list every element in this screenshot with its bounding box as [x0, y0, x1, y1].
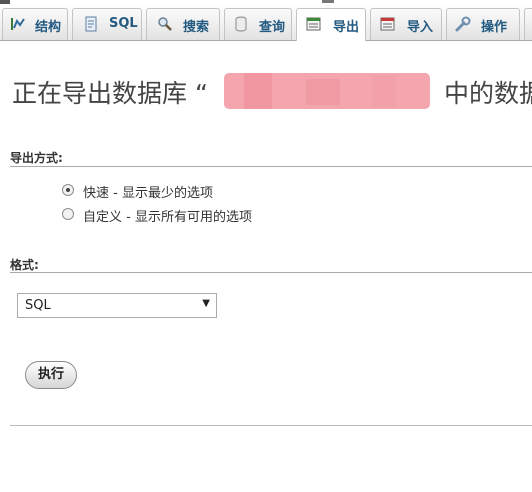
tab-structure[interactable]: 结构 [2, 8, 68, 40]
tab-operations[interactable]: 操作 [446, 8, 520, 40]
export-method-title: 导出方式: [10, 151, 63, 165]
tab-search[interactable]: 搜索 [146, 8, 220, 40]
tab-sql[interactable]: SQL [72, 8, 142, 40]
bottom-divider [10, 425, 532, 426]
tab-label: SQL [109, 16, 138, 31]
radio-quick-label: 快速 - 显示最少的选项 [83, 186, 213, 201]
wrench-icon [455, 16, 471, 32]
query-icon [235, 16, 247, 32]
tab-label: 操作 [481, 20, 508, 35]
structure-icon [11, 18, 25, 30]
tab-label: 搜索 [183, 20, 210, 35]
tab-label: 导入 [407, 20, 434, 35]
radio-custom-label: 自定义 - 显示所有可用的选项 [83, 210, 252, 225]
radio-custom[interactable] [62, 208, 74, 220]
tab-label: 查询 [259, 20, 286, 35]
go-button[interactable]: 执行 [25, 361, 77, 389]
sql-icon [85, 16, 97, 32]
tab-label: 导出 [333, 20, 360, 35]
section-divider [10, 272, 532, 273]
tab-export[interactable]: 导出 [296, 8, 366, 41]
page-title: 正在导出数据库 “ [12, 74, 208, 110]
format-select[interactable]: SQL ▼ [17, 293, 217, 318]
tab-import[interactable]: 导入 [370, 8, 442, 40]
tab-bar: 结构 SQL 搜索 查询 导出 导入 操作 [0, 4, 532, 41]
top-strip-mark [322, 0, 334, 3]
export-icon [306, 17, 321, 31]
search-icon [158, 17, 172, 31]
tab-query[interactable]: 查询 [224, 8, 292, 40]
format-title: 格式: [10, 258, 39, 272]
tab-label: 结构 [35, 20, 62, 35]
dropdown-arrow-icon: ▼ [202, 298, 210, 309]
import-icon [380, 17, 395, 31]
format-select-value: SQL [25, 298, 51, 313]
redacted-database-name [224, 73, 430, 109]
page-title-suffix: 中的数据 [444, 79, 532, 108]
section-divider [10, 166, 532, 167]
page-title-prefix: 正在导出数据库 “ [12, 79, 208, 108]
radio-quick[interactable] [62, 184, 74, 196]
tab-more[interactable] [524, 8, 532, 40]
